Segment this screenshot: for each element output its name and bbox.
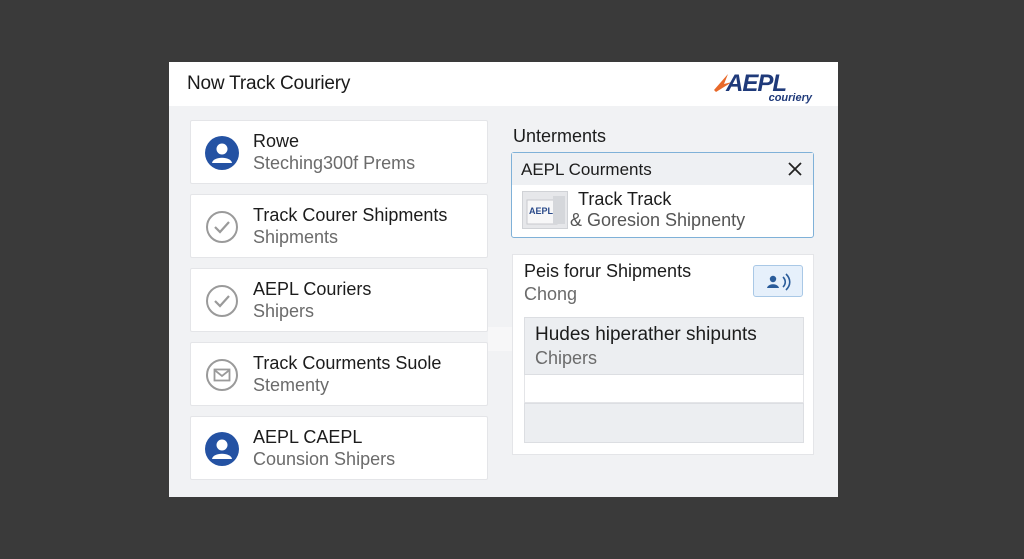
panel-connector [488,327,514,351]
app-title: Now Track Couriery [187,73,351,94]
user-avatar-icon [205,136,239,170]
dialog-title: AEPL Courments [521,160,652,179]
list-item-title: Rowe [253,131,300,151]
list-item-aepl-caepl[interactable]: AEPL CAEPL Counsion Shipers [190,416,488,480]
mail-icon [205,358,239,392]
courments-dialog[interactable]: AEPL Courments AEPL Track Track & Goresi… [511,152,814,238]
app-window: Now Track Couriery AEPL couriery Rowe St… [169,62,838,497]
check-circle-icon [205,284,239,318]
list-item-subtitle: Counsion Shipers [253,449,396,469]
list-item-title: AEPL CAEPL [253,427,363,447]
logo-subtext: couriery [768,92,812,104]
check-circle-icon [205,210,239,244]
list-item-subtitle: Stementy [253,375,330,395]
list-item-subtitle: Shipers [253,301,315,321]
dialog-item-title: Track Track [578,189,672,209]
result-subtitle: Chipers [535,348,598,368]
dialog-item-subtitle: & Goresion Shipnenty [570,210,746,230]
result-row-empty [524,403,804,443]
list-item-title: AEPL Couriers [253,279,372,299]
list-item-title: Track Courer Shipments [253,205,448,225]
shipment-thumbnail: AEPL [522,191,568,229]
list-item-track-courer-shipments[interactable]: Track Courer Shipments Shipments [190,194,488,258]
list-item-subtitle: Steching300f Prems [253,153,416,173]
contact-button[interactable] [753,265,803,297]
panel-title: Peis forur Shipments [524,261,692,281]
title-bar: Now Track Couriery AEPL couriery [169,62,838,106]
panel-subtitle: Chong [524,284,578,304]
aepl-logo: AEPL couriery [712,68,812,104]
dialog-header: AEPL Courments [512,153,813,185]
list-item-track-courments-suole[interactable]: Track Courments Suole Stementy [190,342,488,406]
user-avatar-icon [205,432,239,466]
contact-signal-icon [767,273,791,291]
list-item-subtitle: Shipments [253,227,339,247]
section-heading: Unterments [513,126,607,146]
result-row[interactable]: Hudes hiperather shipunts Chipers [524,317,804,375]
list-item-aepl-couriers[interactable]: AEPL Couriers Shipers [190,268,488,332]
thumbnail-label: AEPL [529,206,554,216]
list-item-rowe[interactable]: Rowe Steching300f Prems [190,120,488,184]
result-row-empty [524,375,804,403]
result-title: Hudes hiperather shipunts [535,324,757,345]
shipments-panel: Peis forur Shipments Chong Hudes hiperat… [512,254,814,455]
close-icon[interactable] [785,159,805,179]
list-item-title: Track Courments Suole [253,353,442,373]
